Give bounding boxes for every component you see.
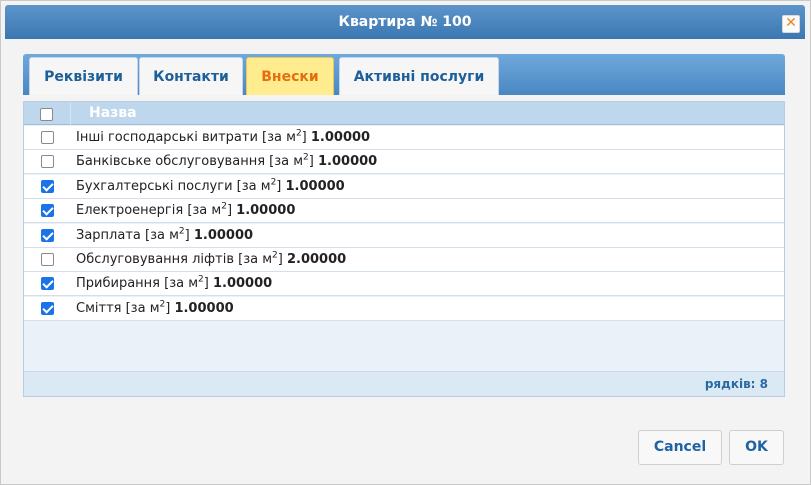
select-all-checkbox[interactable] <box>40 108 53 121</box>
table-row[interactable]: Інші господарські витрати [за м2] 1.0000… <box>24 126 784 150</box>
unit-prefix: [за м <box>164 276 199 292</box>
service-name: Електроенергія <box>76 203 184 219</box>
row-checkbox[interactable] <box>41 301 54 315</box>
row-label: Банківське обслуговування [за м2] 1.0000… <box>76 150 377 174</box>
service-value: 1.00000 <box>193 227 254 243</box>
service-value: 1.00000 <box>285 178 345 194</box>
row-label: Бухгалтерські послуги [за м2] 1.00000 <box>76 175 345 199</box>
row-checkbox[interactable] <box>41 179 54 193</box>
unit-suffix: ] <box>203 276 209 292</box>
unit-prefix: [за м <box>125 300 160 316</box>
row-checkbox[interactable] <box>41 204 54 218</box>
unit-prefix: [за м <box>187 203 222 219</box>
row-checkbox[interactable] <box>41 277 54 291</box>
tab-contacts[interactable]: Контакти <box>139 57 243 95</box>
ok-button[interactable]: OK <box>729 430 784 465</box>
service-name: Обслуговування ліфтів <box>76 252 234 267</box>
cancel-button[interactable]: Cancel <box>638 430 722 465</box>
unit-prefix: [за м <box>236 178 271 194</box>
grid-footer: рядків: 8 <box>24 371 784 396</box>
unit-suffix: ] <box>277 252 283 267</box>
unit-suffix: ] <box>165 300 171 316</box>
row-checkbox[interactable] <box>41 228 54 242</box>
table-row[interactable]: Зарплата [за м2] 1.00000 <box>24 223 784 248</box>
service-name: Сміття <box>76 300 122 316</box>
tab-requisites[interactable]: Реквізити <box>29 57 138 95</box>
service-name: Інші господарські витрати <box>76 130 258 145</box>
tab-bar: Реквізити Контакти Внески Активні послуг… <box>23 54 785 95</box>
unit-prefix: [за м <box>238 252 273 267</box>
table-row[interactable]: Банківське обслуговування [за м2] 1.0000… <box>24 150 784 175</box>
row-count: рядків: 8 <box>704 377 768 391</box>
service-value: 2.00000 <box>286 252 347 267</box>
unit-suffix: ] <box>301 130 307 145</box>
service-name: Прибирання <box>76 276 160 292</box>
dialog-title: Квартира № 100 <box>338 14 472 30</box>
row-label: Обслуговування ліфтів [за м2] 2.00000 <box>76 248 346 272</box>
unit-suffix: ] <box>184 227 190 243</box>
dialog-titlebar[interactable]: Квартира № 100 ✕ <box>5 5 805 39</box>
row-label: Електроенергія [за м2] 1.00000 <box>76 199 295 223</box>
table-row[interactable]: Обслуговування ліфтів [за м2] 2.00000 <box>24 248 784 272</box>
tab-active-services[interactable]: Активні послуги <box>339 57 499 95</box>
table-row[interactable]: Електроенергія [за м2] 1.00000 <box>24 199 784 224</box>
row-checkbox[interactable] <box>41 155 54 169</box>
service-value: 1.00000 <box>174 300 234 316</box>
dialog-window: Квартира № 100 ✕ Реквізити Контакти Внес… <box>0 0 811 485</box>
unit-suffix: ] <box>276 178 282 194</box>
unit-prefix: [за м <box>145 227 179 243</box>
table-row[interactable]: Бухгалтерські послуги [за м2] 1.00000 <box>24 174 784 199</box>
row-checkbox[interactable] <box>41 253 54 266</box>
row-label: Інші господарські витрати [за м2] 1.0000… <box>76 126 370 150</box>
service-value: 1.00000 <box>318 154 378 170</box>
row-label: Прибирання [за м2] 1.00000 <box>76 272 272 296</box>
service-value: 1.00000 <box>236 203 296 219</box>
unit-suffix: ] <box>226 203 233 219</box>
unit-prefix: [за м <box>269 154 304 170</box>
row-label: Сміття [за м2] 1.00000 <box>76 297 234 321</box>
table-row[interactable]: Сміття [за м2] 1.00000 <box>24 296 784 321</box>
service-value: 1.00000 <box>310 130 371 145</box>
column-header-name[interactable]: Назва <box>89 102 137 125</box>
tab-contributions[interactable]: Внески <box>246 57 334 95</box>
grid-header: Назва <box>24 102 784 125</box>
service-name: Банківське обслуговування <box>76 154 266 170</box>
close-icon[interactable]: ✕ <box>782 15 800 33</box>
unit-suffix: ] <box>308 154 314 170</box>
service-value: 1.00000 <box>212 276 273 292</box>
header-check-cell <box>24 102 71 125</box>
service-name: Зарплата <box>76 227 141 243</box>
unit-prefix: [за м <box>262 130 296 145</box>
row-checkbox[interactable] <box>41 131 54 144</box>
row-label: Зарплата [за м2] 1.00000 <box>76 224 253 248</box>
table-row[interactable]: Прибирання [за м2] 1.00000 <box>24 272 784 297</box>
contributions-grid: Назва Інші господарські витрати [за м2] … <box>23 101 785 397</box>
service-name: Бухгалтерські послуги <box>76 178 233 194</box>
